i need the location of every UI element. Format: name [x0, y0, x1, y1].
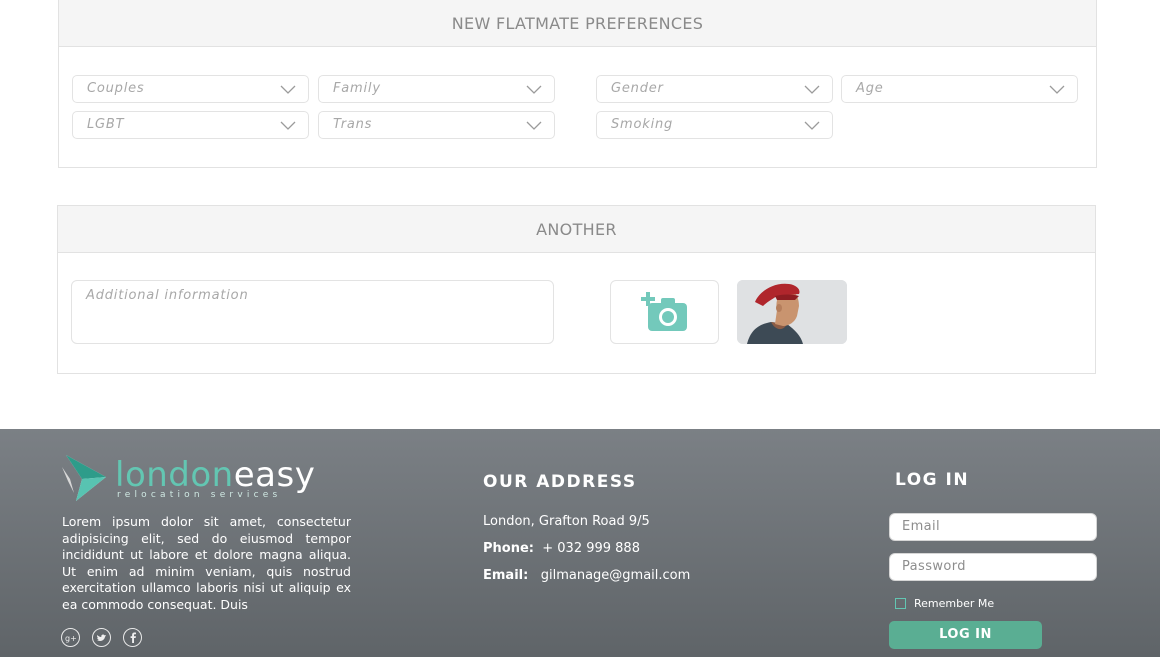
- chevron-down-icon: [1049, 85, 1065, 94]
- uploaded-photo-thumbnail[interactable]: [737, 280, 847, 344]
- login-title: LOG IN: [895, 470, 970, 490]
- gender-select-label: Gender: [611, 81, 664, 96]
- google-plus-icon[interactable]: g+: [61, 628, 80, 647]
- chevron-down-icon: [280, 121, 296, 130]
- couples-select-label: Couples: [87, 81, 145, 96]
- family-select[interactable]: Family: [318, 75, 555, 103]
- paper-plane-logo-icon: [62, 455, 106, 501]
- email-label: Email:: [483, 568, 529, 583]
- login-button[interactable]: LOG IN: [889, 621, 1042, 649]
- remember-me-row: Remember Me: [895, 597, 994, 610]
- svg-text:g+: g+: [65, 634, 76, 643]
- logo-tagline: relocation services: [117, 490, 282, 500]
- email-value[interactable]: gilmanage@gmail.com: [541, 568, 691, 583]
- add-photo-button[interactable]: [610, 280, 719, 344]
- address-title: OUR ADDRESS: [483, 472, 637, 492]
- smoking-select-label: Smoking: [611, 117, 674, 132]
- chevron-down-icon: [280, 85, 296, 94]
- logo-wordmark: londoneasy: [115, 455, 315, 495]
- trans-select-label: Trans: [333, 117, 373, 132]
- profile-photo-image: [737, 280, 847, 344]
- chevron-down-icon: [526, 85, 542, 94]
- additional-info-placeholder: Additional information: [86, 288, 249, 303]
- footer-about-text: Lorem ipsum dolor sit amet, consectetur …: [62, 514, 351, 612]
- logo-text-part2: easy: [233, 455, 316, 495]
- login-email-input[interactable]: Email: [889, 513, 1097, 541]
- family-select-label: Family: [333, 81, 381, 96]
- facebook-icon[interactable]: [123, 628, 142, 647]
- age-select[interactable]: Age: [841, 75, 1078, 103]
- site-footer: londoneasy relocation services Lorem ips…: [0, 429, 1160, 657]
- social-links: g+: [61, 628, 142, 647]
- chevron-down-icon: [526, 121, 542, 130]
- additional-info-textarea[interactable]: Additional information: [71, 280, 554, 344]
- couples-select[interactable]: Couples: [72, 75, 309, 103]
- smoking-select[interactable]: Smoking: [596, 111, 833, 139]
- lgbt-select[interactable]: LGBT: [72, 111, 309, 139]
- another-title: ANOTHER: [58, 206, 1095, 253]
- chevron-down-icon: [804, 85, 820, 94]
- preferences-title: NEW FLATMATE PREFERENCES: [59, 0, 1096, 47]
- gender-select[interactable]: Gender: [596, 75, 833, 103]
- lgbt-select-label: LGBT: [87, 117, 125, 132]
- remember-me-checkbox[interactable]: [895, 598, 906, 609]
- phone-value: + 032 999 888: [542, 541, 640, 556]
- trans-select[interactable]: Trans: [318, 111, 555, 139]
- add-camera-icon: [640, 292, 687, 331]
- address-street: London, Grafton Road 9/5: [483, 514, 650, 529]
- address-email-row: Email: gilmanage@gmail.com: [483, 568, 690, 583]
- twitter-icon[interactable]: [92, 628, 111, 647]
- chevron-down-icon: [804, 121, 820, 130]
- phone-label: Phone:: [483, 541, 534, 556]
- logo-text-part1: london: [115, 455, 234, 495]
- age-select-label: Age: [856, 81, 884, 96]
- londoneasy-logo[interactable]: londoneasy relocation services: [62, 453, 322, 503]
- login-password-input[interactable]: Password: [889, 553, 1097, 581]
- address-phone-row: Phone: + 032 999 888: [483, 541, 640, 556]
- remember-me-label: Remember Me: [914, 597, 995, 610]
